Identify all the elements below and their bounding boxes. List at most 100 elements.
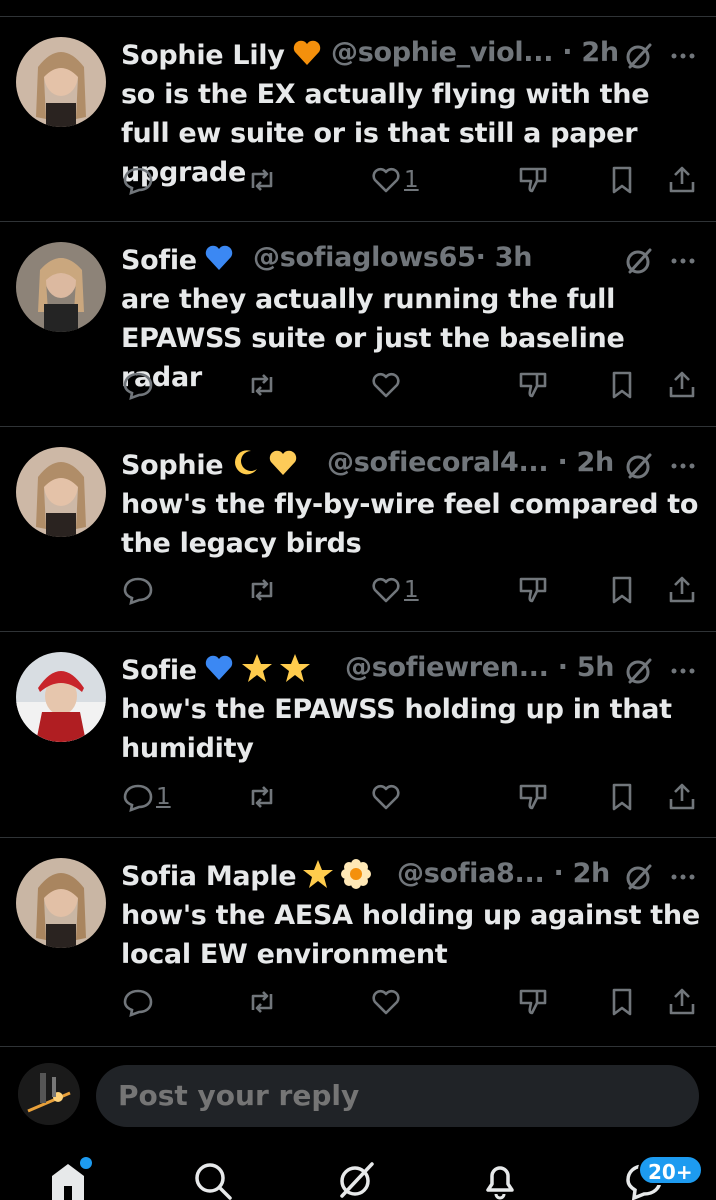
grok-icon[interactable]	[624, 41, 654, 71]
reply-tweet[interactable]: Sofia Maple @sofia8... · 2h how's the AE…	[0, 838, 716, 1044]
grok-icon	[334, 1156, 378, 1200]
repost-icon	[246, 369, 278, 401]
bookmark-icon	[606, 164, 638, 196]
heart-icon	[370, 369, 402, 401]
comment-icon	[122, 369, 154, 401]
dislike-icon	[517, 781, 549, 813]
repost-icon	[246, 574, 278, 606]
reply-tweet[interactable]: Sophie @sofiecoral4... · 2h how's the fl…	[0, 427, 716, 632]
bookmark-icon	[606, 986, 638, 1018]
handle-and-time[interactable]: @sophie_viol... · 2h	[331, 37, 619, 68]
downvote-button[interactable]	[517, 162, 549, 198]
dislike-icon	[517, 164, 549, 196]
action-bar: 1	[0, 162, 716, 198]
share-button[interactable]	[666, 162, 698, 198]
search-tab[interactable]	[190, 1156, 234, 1200]
reply-tweet[interactable]: Sophie Lily @sophie_viol... · 2h so is t…	[0, 17, 716, 222]
share-icon	[666, 986, 698, 1018]
tweet-text: how's the EPAWSS holding up in that humi…	[121, 694, 672, 764]
reply-tweet[interactable]: Sofie @sofiewren... · 5h how's the EPAWS…	[0, 632, 716, 838]
notifications-tab[interactable]	[478, 1156, 522, 1200]
share-button[interactable]	[666, 984, 698, 1020]
star-emoji	[241, 652, 273, 684]
bell-icon	[478, 1156, 522, 1200]
repost-button[interactable]	[246, 984, 278, 1020]
bookmark-button[interactable]	[606, 984, 638, 1020]
display-name[interactable]: Sofie	[121, 242, 235, 276]
reply-button[interactable]: 1	[122, 779, 171, 815]
comment-icon	[122, 164, 154, 196]
dislike-icon	[517, 986, 549, 1018]
heart-icon	[370, 986, 402, 1018]
reply-button[interactable]	[122, 367, 156, 403]
handle-and-time[interactable]: @sofiaglows65· 3h	[253, 242, 532, 273]
comment-icon	[122, 986, 154, 1018]
bookmark-icon	[606, 574, 638, 606]
bookmark-button[interactable]	[606, 367, 638, 403]
bookmark-button[interactable]	[606, 572, 638, 608]
avatar[interactable]	[16, 447, 106, 537]
reply-button[interactable]	[122, 572, 156, 608]
downvote-button[interactable]	[517, 572, 549, 608]
action-bar: 1	[0, 572, 716, 608]
repost-icon	[246, 164, 278, 196]
heart-icon	[370, 574, 402, 606]
repost-button[interactable]	[246, 367, 278, 403]
more-icon[interactable]	[670, 656, 696, 686]
downvote-button[interactable]	[517, 984, 549, 1020]
comment-icon	[122, 574, 154, 606]
more-icon[interactable]	[670, 41, 696, 71]
reply-input[interactable]	[96, 1065, 699, 1127]
share-icon	[666, 164, 698, 196]
downvote-button[interactable]	[517, 779, 549, 815]
grok-icon[interactable]	[624, 451, 654, 481]
share-button[interactable]	[666, 367, 698, 403]
display-name[interactable]: Sofie	[121, 652, 311, 686]
handle-and-time[interactable]: @sofiecoral4... · 2h	[327, 447, 614, 478]
share-button[interactable]	[666, 572, 698, 608]
blue-heart-emoji	[203, 652, 235, 684]
more-icon[interactable]	[670, 451, 696, 481]
grok-tab[interactable]	[334, 1156, 378, 1200]
repost-button[interactable]	[246, 572, 278, 608]
user-avatar[interactable]	[18, 1063, 80, 1125]
like-button[interactable]	[370, 367, 404, 403]
avatar[interactable]	[16, 652, 106, 742]
avatar[interactable]	[16, 858, 106, 948]
share-icon	[666, 574, 698, 606]
avatar[interactable]	[16, 37, 106, 127]
like-button[interactable]: 1	[370, 162, 419, 198]
like-button[interactable]	[370, 984, 404, 1020]
reply-tweet[interactable]: Sofie @sofiaglows65· 3h are they actuall…	[0, 222, 716, 427]
tweet-text: how's the fly-by-wire feel compared to t…	[121, 489, 699, 559]
downvote-button[interactable]	[517, 367, 549, 403]
reply-button[interactable]	[122, 984, 156, 1020]
grok-icon[interactable]	[624, 862, 654, 892]
bookmark-button[interactable]	[606, 779, 638, 815]
handle-and-time[interactable]: @sofia8... · 2h	[397, 858, 610, 889]
like-button[interactable]	[370, 779, 404, 815]
grok-icon[interactable]	[624, 656, 654, 686]
display-name[interactable]: Sophie	[121, 447, 299, 481]
display-name[interactable]: Sophie Lily	[121, 37, 323, 71]
repost-button[interactable]	[246, 779, 278, 815]
share-icon	[666, 781, 698, 813]
grok-icon[interactable]	[624, 246, 654, 276]
more-icon[interactable]	[670, 862, 696, 892]
reply-button[interactable]	[122, 162, 156, 198]
handle-and-time[interactable]: @sofiewren... · 5h	[345, 652, 614, 683]
display-name[interactable]: Sofia Maple	[121, 858, 372, 892]
avatar[interactable]	[16, 242, 106, 332]
search-icon	[190, 1156, 234, 1200]
share-icon	[666, 369, 698, 401]
bottom-nav	[0, 1150, 716, 1200]
action-bar	[0, 367, 716, 403]
bookmark-button[interactable]	[606, 162, 638, 198]
yellow-heart-emoji	[267, 447, 299, 479]
bookmark-icon	[606, 369, 638, 401]
share-button[interactable]	[666, 779, 698, 815]
like-button[interactable]: 1	[370, 572, 419, 608]
more-icon[interactable]	[670, 246, 696, 276]
repost-button[interactable]	[246, 162, 278, 198]
dislike-icon	[517, 574, 549, 606]
